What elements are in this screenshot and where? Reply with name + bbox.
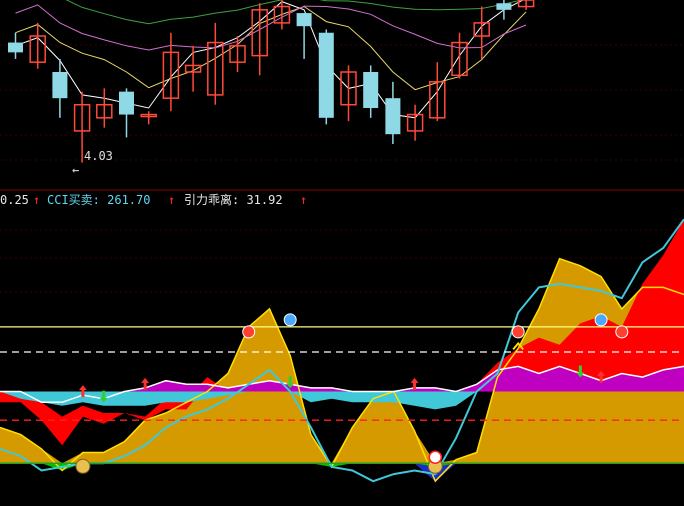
blue-dip-area xyxy=(0,463,684,482)
candle-down xyxy=(385,98,401,135)
up-arrow-icon: ↑ xyxy=(168,193,175,207)
up-arrow-icon: ↑ xyxy=(300,193,307,207)
red-ball-icon xyxy=(242,325,256,339)
stock-chart: 0.25 ↑ CCI买卖: 261.70 ↑ 引力乖离: 31.92 ↑ 4.0… xyxy=(0,0,684,483)
candle-down xyxy=(8,42,23,53)
header-value-0: 0.25 xyxy=(0,193,29,207)
candle-down xyxy=(496,3,512,10)
red-ball-icon xyxy=(615,325,629,339)
ma-white-line xyxy=(15,0,525,119)
candle-down xyxy=(318,32,334,118)
green-dip-area xyxy=(0,463,684,482)
candle-down xyxy=(52,72,68,99)
gravity-deviation-label: 引力乖离: 31.92 xyxy=(184,192,283,207)
blue-ball-icon xyxy=(594,313,608,327)
indicator-header: 0.25 ↑ CCI买卖: 261.70 ↑ 引力乖离: 31.92 ↑ xyxy=(0,192,307,207)
up-arrow-icon: ↑ xyxy=(33,193,40,207)
price-panel xyxy=(0,0,684,163)
indicator-panel xyxy=(0,218,684,483)
cci-label: CCI买卖: 261.70 xyxy=(47,193,150,207)
plus-ball-icon xyxy=(428,450,443,465)
candle-down xyxy=(119,91,134,115)
price-low-label: 4.03 xyxy=(84,149,113,163)
smiley-icon xyxy=(75,458,91,474)
candle-down xyxy=(296,13,312,27)
red-ball-icon xyxy=(511,325,525,339)
price-low-pointer: ← xyxy=(72,163,79,177)
candle-down xyxy=(363,72,379,108)
blue-ball-icon xyxy=(283,313,297,327)
ma-yellow-line xyxy=(15,5,527,91)
